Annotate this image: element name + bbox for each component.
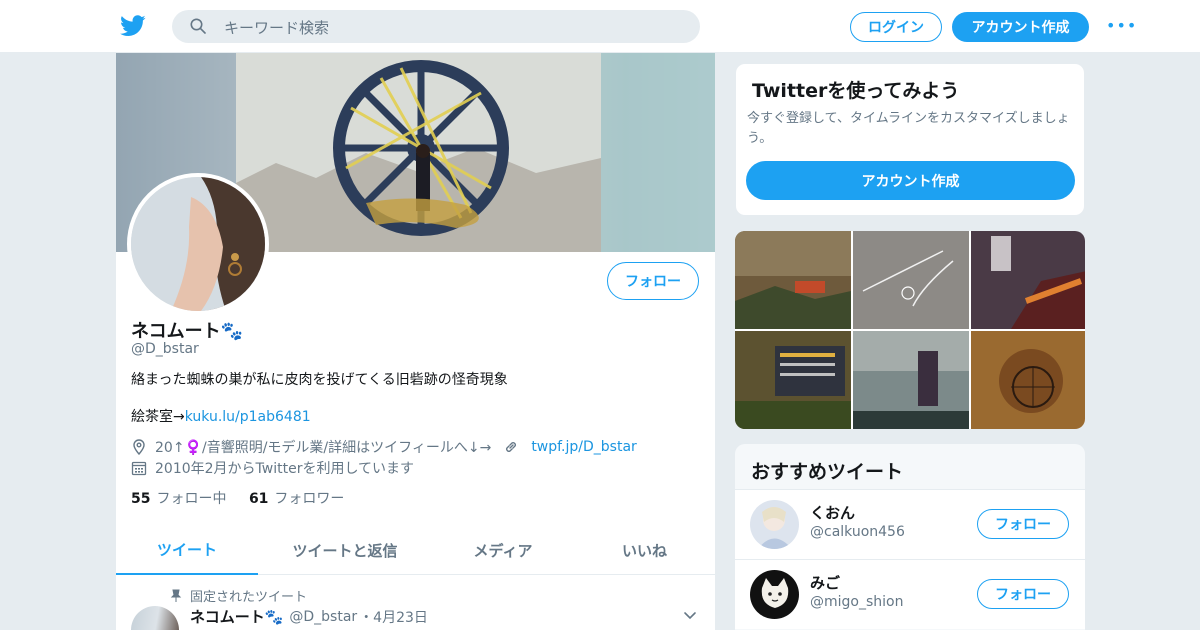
media-thumbnail[interactable] — [735, 331, 851, 429]
media-thumbnail[interactable] — [735, 231, 851, 329]
media-thumbnail[interactable] — [853, 331, 969, 429]
media-thumbnail[interactable] — [853, 231, 969, 329]
recommended-user-avatar[interactable] — [750, 570, 799, 619]
pinned-label-text: 固定されたツイート — [190, 590, 308, 605]
media-thumbnail[interactable] — [971, 331, 1085, 429]
following-label: フォロー中 — [156, 491, 227, 507]
recommended-user-handle: @calkuon456 — [810, 524, 905, 540]
profile-bio: 絡まった蜘蛛の巣が私に皮肉を投げてくる旧砦跡の怪奇現象 — [131, 372, 508, 388]
following-count: 55 — [131, 491, 151, 507]
signup-card-description: 今すぐ登録して、タイムラインをカスタマイズしましょう。 — [747, 111, 1070, 146]
more-options-icon[interactable]: ••• — [1106, 16, 1136, 36]
follow-button[interactable]: フォロー — [607, 262, 699, 300]
profile-joined-row: 2010年2月からTwitterを利用しています — [131, 458, 414, 478]
profile-panel: フォロー ネコムート🐾 @D_bstar 絡まった蜘蛛の巣が私に皮肉を投げてくる… — [116, 53, 715, 630]
tab-media[interactable]: メディア — [432, 525, 574, 575]
bio-link-prefix: 絵茶室→ — [131, 409, 185, 425]
tweet-author-name[interactable]: ネコムート🐾 — [190, 606, 283, 627]
recommended-follow-button[interactable]: フォロー — [977, 509, 1069, 539]
avatar-image — [750, 570, 799, 619]
recommended-user-avatar[interactable] — [750, 500, 799, 549]
tweet-date[interactable]: ・4月23日 — [359, 607, 428, 627]
profile-handle: @D_bstar — [131, 341, 199, 357]
recommended-user-row[interactable]: みご @migo_shion フォロー — [735, 559, 1085, 629]
following-link[interactable]: 55 フォロー中 — [131, 491, 226, 507]
profile-bio-link-line: 絵茶室→kuku.lu/p1ab6481 — [131, 406, 311, 426]
profile-counts: 55 フォロー中 61 フォロワー — [131, 488, 344, 508]
followers-label: フォロワー — [274, 491, 345, 507]
location-pin-icon — [133, 439, 145, 455]
twitter-bird-icon[interactable] — [120, 14, 146, 38]
recommended-user-handle: @migo_shion — [810, 594, 904, 610]
tweet-author-handle: @D_bstar — [289, 608, 358, 625]
recommended-user-name: みご — [810, 574, 841, 592]
profile-joined: 2010年2月からTwitterを利用しています — [155, 461, 415, 477]
login-button[interactable]: ログイン — [850, 12, 942, 42]
signup-card: Twitterを使ってみよう 今すぐ登録して、タイムラインをカスタマイズしましょ… — [735, 63, 1085, 216]
profile-location-row: 20↑♀️/音響照明/モデル業/詳細はツイフィールへ↓→ twpf.jp/D_b… — [131, 437, 637, 457]
tweet-header: ネコムート🐾 @D_bstar ・4月23日 — [190, 606, 428, 627]
recommended-user-name: くおん — [810, 504, 856, 522]
signup-card-title: Twitterを使ってみよう — [752, 80, 960, 102]
chevron-down-icon[interactable] — [683, 610, 697, 622]
top-nav-bar: キーワード検索 ログイン アカウント作成 ••• — [0, 0, 1200, 53]
media-thumbnail[interactable] — [971, 231, 1085, 329]
recommended-tweets-card: おすすめツイート くおん @calkuon456 フォロー みご @migo_s… — [735, 444, 1085, 630]
profile-location: 20↑♀️/音響照明/モデル業/詳細はツイフィールへ↓→ — [155, 440, 492, 456]
recommended-title: おすすめツイート — [751, 461, 904, 483]
profile-avatar[interactable] — [127, 173, 269, 315]
followers-count: 61 — [248, 491, 269, 507]
recommended-follow-button[interactable]: フォロー — [977, 579, 1069, 609]
profile-tabs: ツイート ツイートと返信 メディア いいね — [116, 525, 715, 575]
media-gallery — [735, 231, 1085, 429]
search-icon — [190, 18, 206, 34]
bio-link[interactable]: kuku.lu/p1ab6481 — [185, 409, 311, 425]
calendar-icon — [131, 461, 147, 476]
profile-name: ネコムート🐾 — [131, 321, 244, 342]
signup-card-button[interactable]: アカウント作成 — [746, 161, 1075, 200]
pinned-tweet-label: 固定されたツイート — [170, 586, 307, 605]
avatar-image — [131, 177, 265, 311]
tab-tweets[interactable]: ツイート — [116, 525, 258, 575]
followers-link[interactable]: 61 フォロワー — [249, 491, 344, 507]
tweet-author-avatar[interactable] — [131, 606, 179, 630]
signup-button[interactable]: アカウント作成 — [952, 12, 1089, 42]
recommended-user-row[interactable]: くおん @calkuon456 フォロー — [735, 489, 1085, 559]
profile-website-link[interactable]: twpf.jp/D_bstar — [531, 439, 636, 455]
tab-tweets-and-replies[interactable]: ツイートと返信 — [258, 525, 432, 575]
search-placeholder: キーワード検索 — [224, 19, 330, 37]
search-bar[interactable]: キーワード検索 — [172, 10, 700, 43]
pin-icon — [170, 589, 182, 602]
link-icon — [506, 442, 517, 452]
tab-likes[interactable]: いいね — [574, 525, 715, 575]
avatar-image — [750, 500, 799, 549]
